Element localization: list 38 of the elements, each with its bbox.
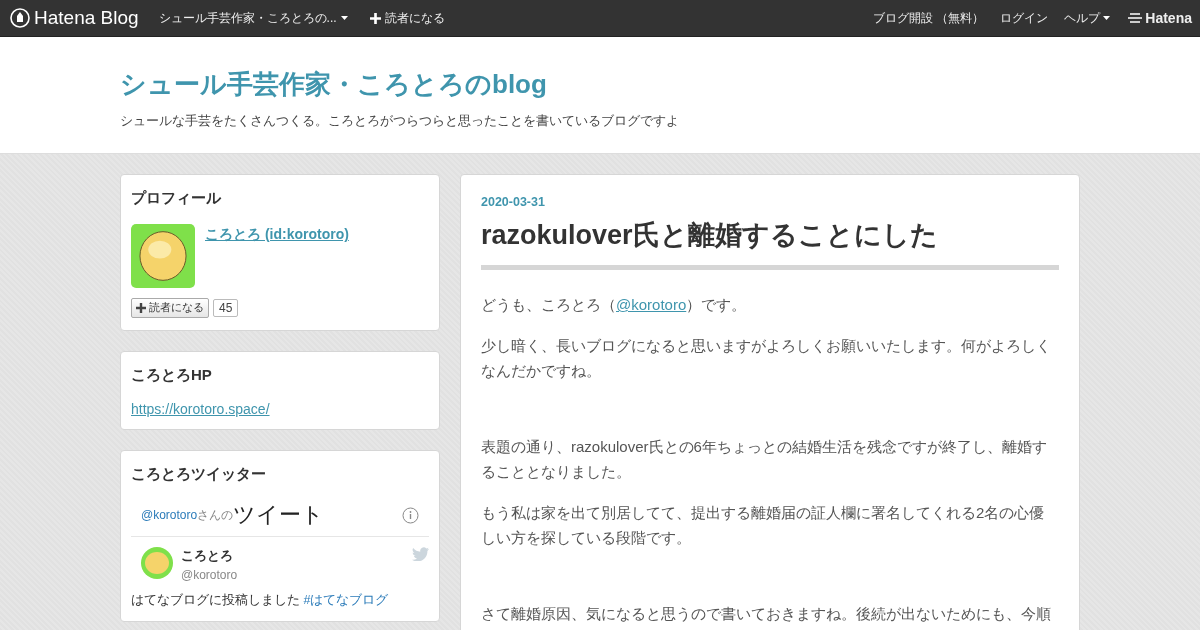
- handle-link[interactable]: @korotoro: [141, 508, 198, 522]
- blog-description: シュールな手芸をたくさんつくる。ころとろがつらつらと思ったことを書いているブログですよ: [120, 112, 680, 130]
- subscribe-button[interactable]: 読者になる: [131, 298, 209, 318]
- avatar-icon: [131, 224, 195, 288]
- paragraph: さて離婚原因、気になると思うので書いておきますね。後続が出ないためにも、今順: [481, 604, 1052, 624]
- tweet-author[interactable]: ころとろ: [181, 547, 404, 565]
- lines-logo-icon: [1128, 13, 1143, 23]
- info-icon[interactable]: [402, 506, 419, 524]
- caret-icon: [340, 16, 348, 20]
- subscriber-count: 45: [213, 299, 239, 317]
- avatar-icon: [141, 547, 173, 579]
- paragraph: もう私は家を出て別居してて、提出する離婚届の証人欄に署名してくれる2名の心優しい方を探している段階です。: [481, 503, 1046, 548]
- text-link[interactable]: #はてなブログ: [303, 593, 389, 607]
- paragraph: 表題の通り、razokulover氏との6年ちょっとの結婚生活を残念ですが終了し、離婚することとなりました。: [481, 437, 1048, 482]
- paragraph: 少し暗く、長いブログになると思いますがよろしくお願いいたします。何がよろしくなんだかですね。: [481, 336, 1052, 381]
- url-link[interactable]: https://korotoro.space/: [131, 401, 270, 417]
- subscribe-link[interactable]: 読者になる: [369, 9, 445, 27]
- nav-link[interactable]: ヘルプ: [1064, 9, 1111, 27]
- tweet-text: はてなブログに投稿しました #はてなブログ: [131, 592, 390, 609]
- brand-logo[interactable]: Hatena: [1145, 10, 1192, 26]
- module-title: ころとろHP: [131, 366, 213, 385]
- tweet-handle[interactable]: @korotoro: [181, 568, 404, 582]
- paragraph: どうも、ころとろ（@korotoro）です。: [481, 295, 748, 315]
- text-link[interactable]: @korotoro: [616, 296, 687, 313]
- nav-link[interactable]: ログイン: [1000, 9, 1049, 27]
- plus-icon: [136, 303, 146, 313]
- pen-logo-icon: [10, 8, 30, 28]
- nav-link[interactable]: ブログ開設 （無料）: [872, 9, 985, 27]
- module-title: プロフィール: [131, 189, 222, 208]
- blog-menu[interactable]: シュール手芸作家・ころとろの...: [158, 9, 348, 27]
- post-title[interactable]: razokulover氏と離婚することにした: [481, 217, 1059, 270]
- module-title: ころとろツイッター: [131, 465, 267, 484]
- handle-suffix: さんの: [197, 506, 234, 522]
- timeline-heading: ツイート: [233, 501, 326, 529]
- plus-icon: [369, 12, 381, 24]
- site-logo[interactable]: Hatena Blog: [34, 7, 139, 29]
- bird-icon: [412, 547, 429, 561]
- caret-icon: [1103, 16, 1111, 20]
